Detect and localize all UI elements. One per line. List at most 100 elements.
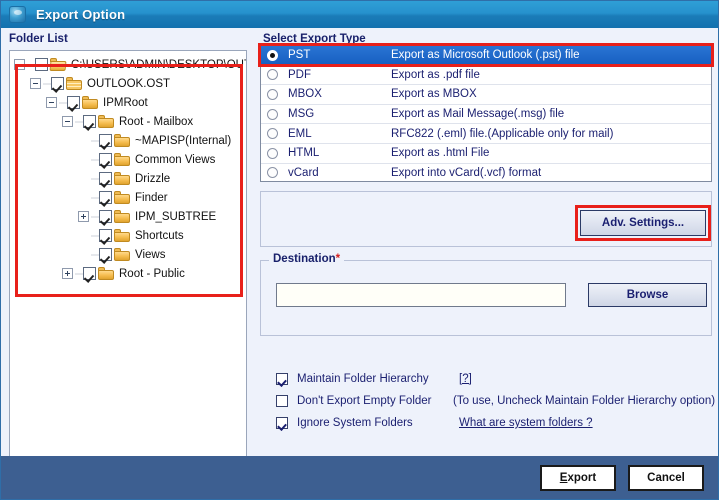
export-type-radio[interactable] [267, 69, 278, 81]
browse-button[interactable]: Browse [588, 283, 707, 307]
export-type-list[interactable]: PST Export as Microsoft Outlook (.pst) fi… [260, 45, 712, 182]
window-title: Export Option [36, 7, 126, 22]
folder-icon [114, 210, 130, 223]
export-type-name: PST [288, 49, 311, 62]
tree-item[interactable]: Root - Mailbox [14, 112, 246, 131]
tree-item-checkbox[interactable] [83, 267, 96, 280]
export-type-description: Export as Microsoft Outlook (.pst) file [391, 49, 580, 62]
export-type-radio[interactable] [267, 167, 278, 179]
folder-tree[interactable]: C:\USERS\ADMIN\DESKTOP\OUTL( OUTLOOK.OST I… [9, 50, 247, 490]
option-label: Maintain Folder Hierarchy [297, 373, 429, 385]
folder-icon [49, 58, 67, 71]
export-type-description: Export as MBOX [391, 88, 477, 101]
export-type-row[interactable]: MSG Export as Mail Message(.msg) file [261, 105, 711, 125]
tree-item-checkbox[interactable] [99, 172, 112, 185]
tree-item-label: C:\USERS\ADMIN\DESKTOP\OUTL( [71, 58, 246, 71]
tree-item[interactable]: Shortcuts [14, 226, 246, 245]
folder-icon [66, 77, 82, 90]
collapse-icon[interactable] [14, 59, 25, 70]
export-type-name: MBOX [288, 88, 322, 101]
tree-item-checkbox[interactable] [99, 248, 112, 261]
tree-item-checkbox[interactable] [99, 210, 112, 223]
export-type-radio[interactable] [267, 49, 278, 61]
export-type-row[interactable]: vCard Export into vCard(.vcf) format [261, 164, 711, 181]
collapse-icon[interactable] [46, 97, 57, 108]
tree-connector [43, 74, 51, 93]
export-type-radio[interactable] [267, 88, 278, 100]
tree-item[interactable]: IPM_SUBTREE [14, 207, 246, 226]
tree-item[interactable]: Drizzle [14, 169, 246, 188]
tree-connector [91, 207, 99, 226]
adv-settings-button[interactable]: Adv. Settings... [580, 210, 706, 236]
collapse-icon[interactable] [62, 116, 73, 127]
export-type-radio[interactable] [267, 147, 278, 159]
tree-item-checkbox[interactable] [99, 229, 112, 242]
export-type-name: PDF [288, 68, 311, 81]
tree-item-label: IPMRoot [103, 96, 148, 109]
tree-item-checkbox[interactable] [83, 115, 96, 128]
tree-item-checkbox[interactable] [35, 58, 48, 71]
tree-item[interactable]: OUTLOOK.OST [14, 74, 246, 93]
tree-connector [59, 93, 67, 112]
collapse-icon[interactable] [30, 78, 41, 89]
tree-item[interactable]: Finder [14, 188, 246, 207]
tree-item[interactable]: C:\USERS\ADMIN\DESKTOP\OUTL( [14, 55, 246, 74]
tree-item-label: Views [135, 248, 166, 261]
tree-item-label: Root - Mailbox [119, 115, 194, 128]
option-label: Don't Export Empty Folder [297, 395, 432, 407]
export-type-description: Export as Mail Message(.msg) file [391, 108, 565, 121]
tree-item[interactable]: ~MAPISP(Internal) [14, 131, 246, 150]
export-options-list: Maintain Folder Hierarchy [?] Don't Export… [276, 368, 716, 434]
export-type-row[interactable]: MBOX Export as MBOX [261, 85, 711, 105]
tree-item-checkbox[interactable] [99, 191, 112, 204]
folder-icon [98, 115, 114, 128]
tree-item-checkbox[interactable] [99, 153, 112, 166]
export-type-row[interactable]: HTML Export as .html File [261, 144, 711, 164]
folder-icon [82, 96, 98, 109]
destination-legend-text: Destination [273, 253, 336, 265]
destination-input[interactable] [276, 283, 566, 307]
folder-icon [114, 229, 130, 242]
destination-legend: Destination* [269, 253, 345, 265]
option-row: Ignore System Folders What are system fol… [276, 412, 716, 434]
option-help-link[interactable]: [?] [459, 373, 472, 385]
expand-icon[interactable] [62, 268, 73, 279]
tree-connector [75, 112, 83, 131]
export-type-row[interactable]: PST Export as Microsoft Outlook (.pst) fi… [261, 46, 711, 66]
tree-connector [75, 264, 83, 283]
tree-item[interactable]: Common Views [14, 150, 246, 169]
export-type-radio[interactable] [267, 128, 278, 140]
dialog-footer: Export Cancel [1, 456, 718, 499]
destination-input-wrap [276, 283, 566, 307]
option-label: Ignore System Folders [297, 417, 413, 429]
export-type-row[interactable]: EML RFC822 (.eml) file.(Applicable only f… [261, 124, 711, 144]
export-type-radio[interactable] [267, 108, 278, 120]
tree-item-checkbox[interactable] [67, 96, 80, 109]
tree-item[interactable]: IPMRoot [14, 93, 246, 112]
tree-item[interactable]: Root - Public [14, 264, 246, 283]
option-checkbox[interactable] [276, 373, 288, 385]
expand-icon[interactable] [78, 211, 89, 222]
export-button-accel: E [559, 471, 568, 484]
export-type-row[interactable]: PDF Export as .pdf file [261, 66, 711, 86]
tree-item-checkbox[interactable] [99, 134, 112, 147]
folder-icon [114, 153, 130, 166]
tree-item-label: IPM_SUBTREE [135, 210, 217, 223]
tree-item[interactable]: Views [14, 245, 246, 264]
export-button[interactable]: Export [540, 464, 616, 491]
tree-item-checkbox[interactable] [51, 77, 64, 90]
tree-item-label: ~MAPISP(Internal) [135, 134, 232, 147]
export-type-description: RFC822 (.eml) file.(Applicable only for … [391, 127, 614, 140]
cancel-button[interactable]: Cancel [628, 464, 704, 491]
option-help-link[interactable]: What are system folders ? [459, 417, 593, 429]
option-checkbox[interactable] [276, 417, 288, 429]
folder-list-panel: Folder List C:\USERS\ADMIN\DESKTOP\OUTL(… [1, 28, 255, 490]
folder-icon [114, 172, 130, 185]
option-checkbox[interactable] [276, 395, 288, 407]
